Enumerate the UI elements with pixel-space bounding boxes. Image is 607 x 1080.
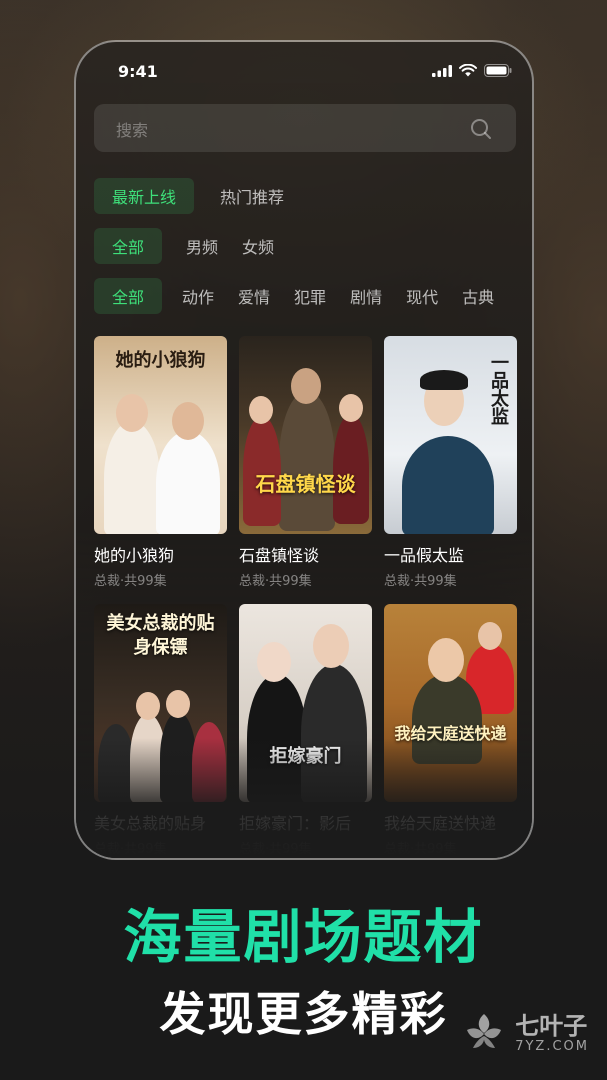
drama-card[interactable]: 美女总裁的贴身保镖 美女总裁的贴身 总裁·共99集 xyxy=(94,604,227,857)
drama-title[interactable]: 我给天庭送快递 xyxy=(384,810,517,834)
audience-filter-row: 全部 男频 女频 xyxy=(94,228,292,264)
drama-poster[interactable]: 一品太监 xyxy=(384,336,517,534)
status-time: 9:41 xyxy=(118,62,158,81)
search-input[interactable]: 搜索 xyxy=(116,117,148,141)
audience-filter-female[interactable]: 女频 xyxy=(236,228,292,264)
drama-card[interactable]: 石盘镇怪谈 石盘镇怪谈 总裁·共99集 xyxy=(239,336,372,589)
drama-title[interactable]: 拒嫁豪门：影后 xyxy=(239,810,372,834)
poster-title: 一品太监 xyxy=(488,353,509,425)
drama-title[interactable]: 她的小狼狗 xyxy=(94,542,227,566)
battery-icon xyxy=(484,64,512,77)
watermark-name: 七叶子 xyxy=(515,1011,588,1040)
cellular-signal-icon xyxy=(432,64,452,77)
wifi-icon xyxy=(459,64,477,77)
drama-poster[interactable]: 她的小狼狗 xyxy=(94,336,227,534)
drama-title[interactable]: 石盘镇怪谈 xyxy=(239,542,372,566)
drama-meta: 总裁·共99集 xyxy=(239,842,312,857)
drama-poster[interactable]: 石盘镇怪谈 xyxy=(239,336,372,534)
drama-title[interactable]: 美女总裁的贴身 xyxy=(94,810,227,834)
poster-title: 我给天庭送快递 xyxy=(394,724,507,743)
drama-meta: 总裁·共99集 xyxy=(384,842,457,857)
poster-title: 她的小狼狗 xyxy=(115,350,206,371)
watermark: 七叶子 7YZ.COM xyxy=(461,1010,589,1056)
audience-filter-all[interactable]: 全部 xyxy=(94,228,163,264)
genre-filter-action[interactable]: 动作 xyxy=(170,278,226,314)
audience-filter-male[interactable]: 男频 xyxy=(168,228,236,264)
drama-card[interactable]: 她的小狼狗 她的小狼狗 总裁·共99集 xyxy=(94,336,227,589)
status-bar: 9:41 xyxy=(76,60,532,84)
phone-frame: 9:41 搜索 最新上线 热门推荐 全部 男频 女频 全部 动作 爱情 犯罪 剧… xyxy=(74,40,534,860)
search-icon[interactable] xyxy=(470,118,492,140)
drama-title[interactable]: 一品假太监 xyxy=(384,542,517,566)
drama-meta: 总裁·共99集 xyxy=(384,574,457,589)
drama-poster[interactable]: 我给天庭送快递 xyxy=(384,604,517,802)
genre-filter-crime[interactable]: 犯罪 xyxy=(282,278,338,314)
genre-filter-all[interactable]: 全部 xyxy=(94,278,163,314)
genre-filter-modern[interactable]: 现代 xyxy=(394,278,450,314)
drama-meta: 总裁·共99集 xyxy=(94,842,167,857)
tab-latest[interactable]: 最新上线 xyxy=(94,178,195,214)
drama-card[interactable]: 一品太监 一品假太监 总裁·共99集 xyxy=(384,336,517,589)
poster-title: 美女总裁的贴身保镖 xyxy=(106,613,215,658)
tab-popular[interactable]: 热门推荐 xyxy=(202,178,302,214)
poster-title: 石盘镇怪谈 xyxy=(255,472,356,496)
search-bar[interactable]: 搜索 xyxy=(94,104,516,152)
promo-headline: 海量剧场题材 xyxy=(123,903,484,971)
genre-filter-romance[interactable]: 爱情 xyxy=(226,278,282,314)
drama-card[interactable]: 我给天庭送快递 我给天庭送快递 总裁·共99集 xyxy=(384,604,517,857)
genre-filter-drama[interactable]: 剧情 xyxy=(338,278,394,314)
genre-filter-classical[interactable]: 古典 xyxy=(450,278,506,314)
drama-poster[interactable]: 拒嫁豪门 xyxy=(239,604,372,802)
drama-card[interactable]: 拒嫁豪门 拒嫁豪门：影后 总裁·共99集 xyxy=(239,604,372,857)
drama-poster[interactable]: 美女总裁的贴身保镖 xyxy=(94,604,227,802)
leaf-logo-icon xyxy=(467,1014,502,1048)
drama-meta: 总裁·共99集 xyxy=(94,574,167,589)
drama-meta: 总裁·共99集 xyxy=(239,574,312,589)
poster-title: 拒嫁豪门 xyxy=(269,746,342,767)
tab-bar: 最新上线 热门推荐 xyxy=(94,178,302,214)
watermark-domain: 7YZ.COM xyxy=(515,1038,589,1054)
genre-filter-row: 全部 动作 爱情 犯罪 剧情 现代 古典 xyxy=(94,278,506,314)
